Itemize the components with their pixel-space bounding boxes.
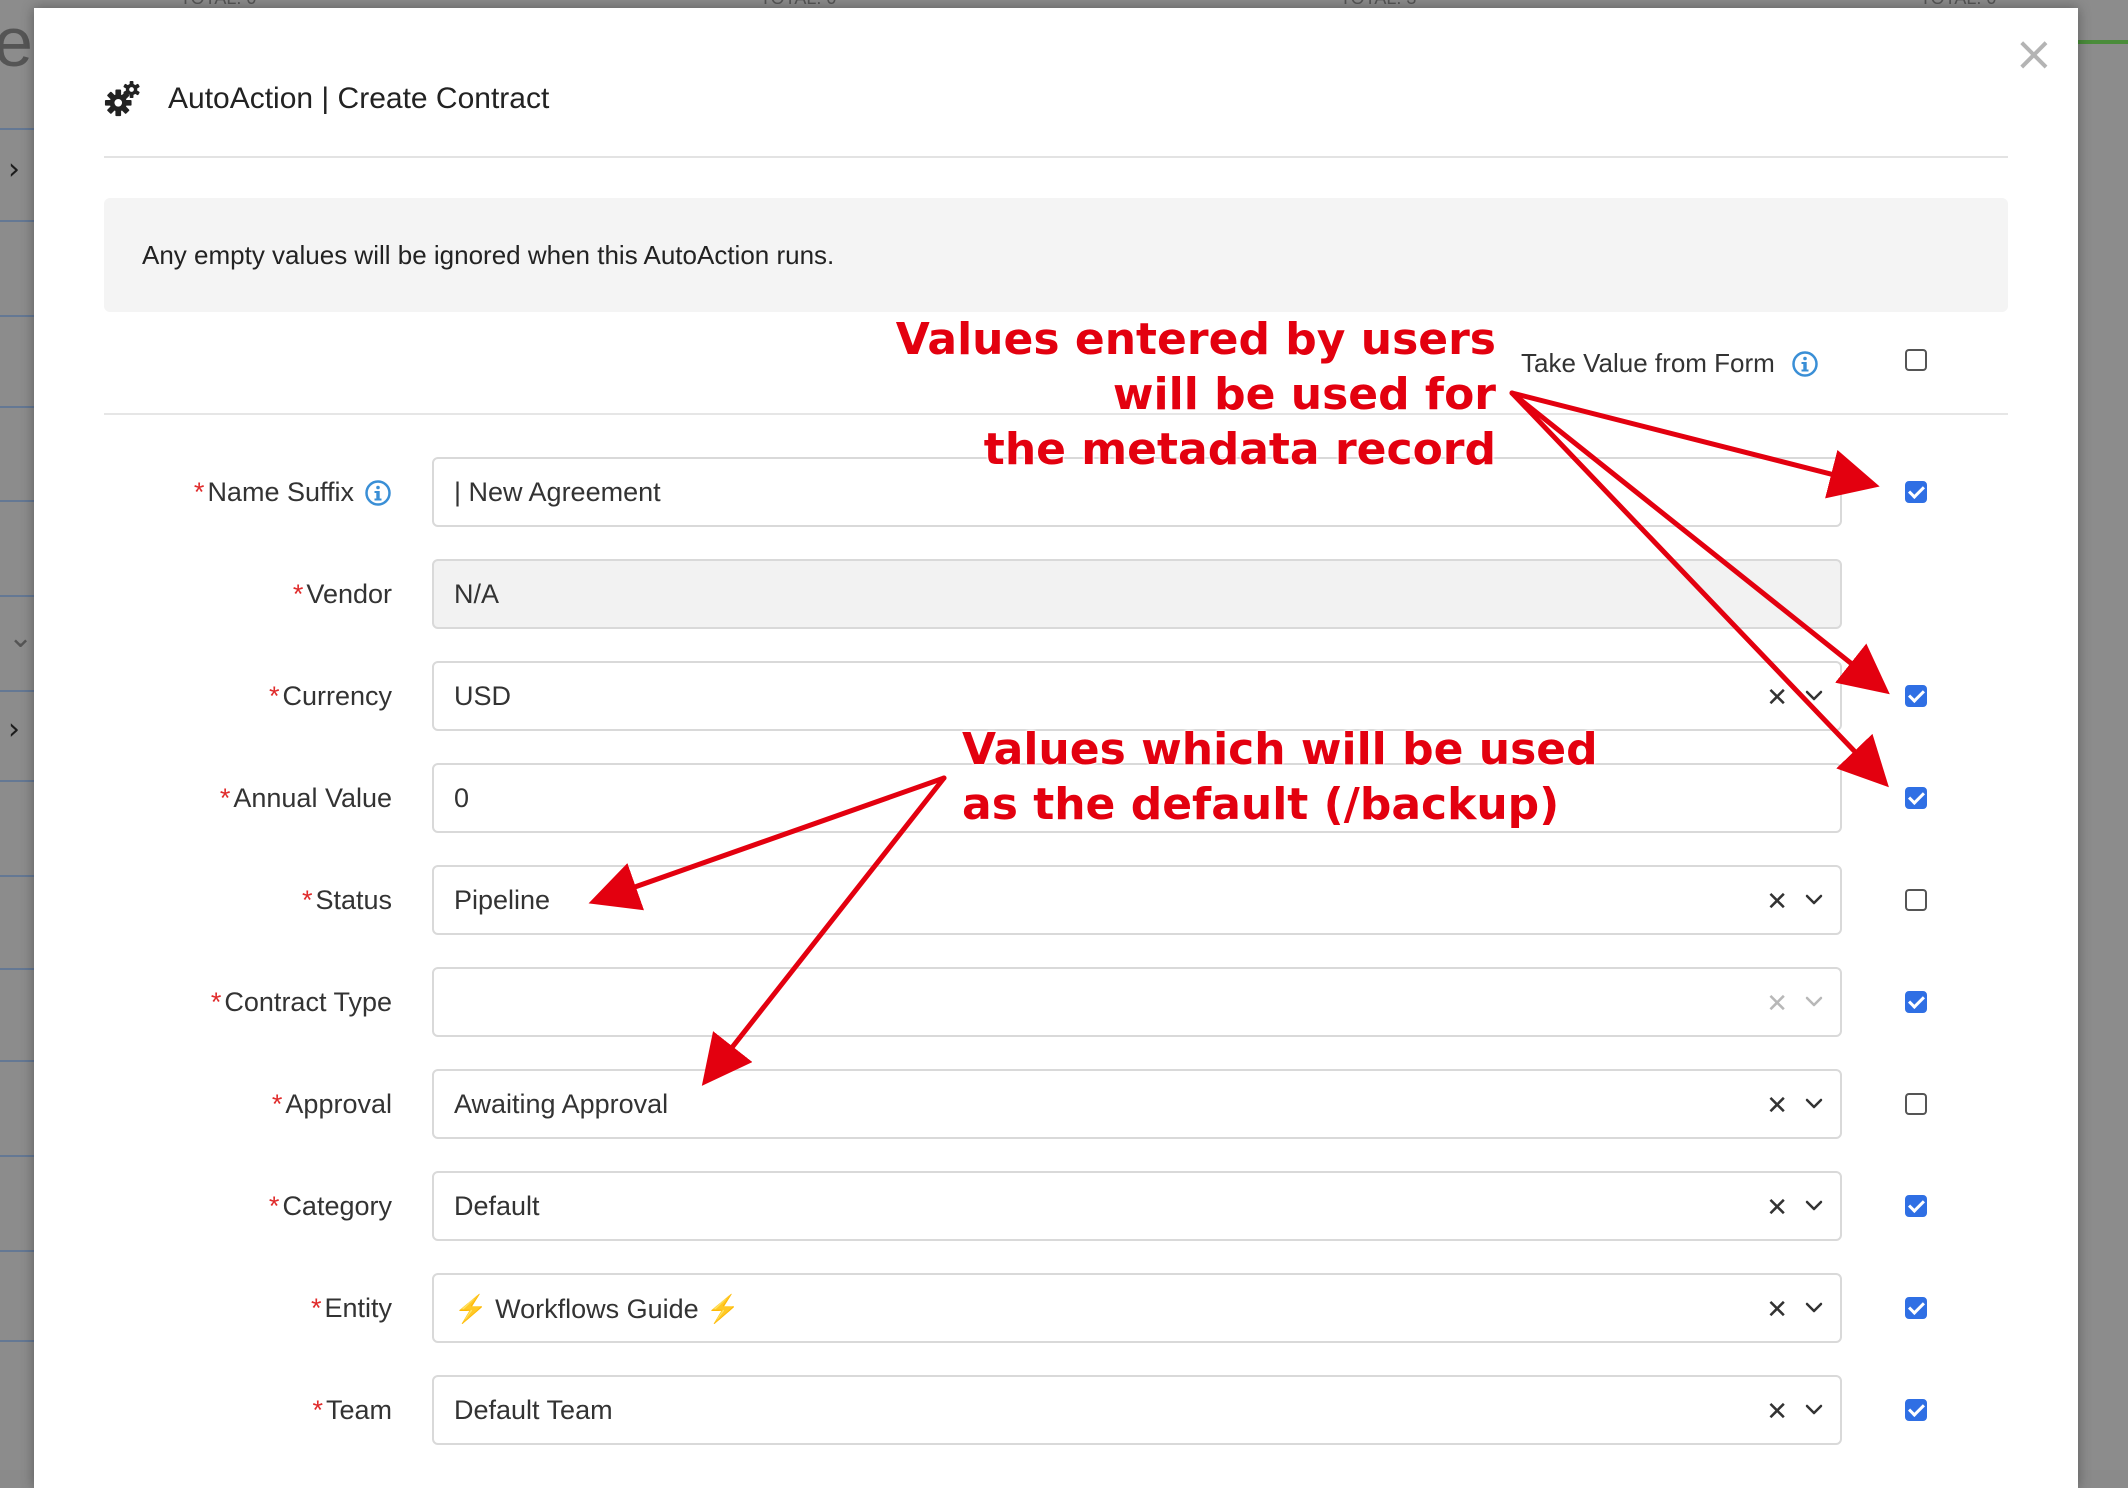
annotation-line: as the default (/backup) xyxy=(962,779,1560,830)
annotation-line: the metadata record xyxy=(983,424,1496,475)
annotation-line: Values which will be used xyxy=(962,724,1598,775)
annotation-line: Values entered by users xyxy=(895,314,1496,365)
annotation-users-note: Values entered by users will be used for… xyxy=(896,312,1496,477)
annotation-line: will be used for xyxy=(1112,369,1496,420)
annotation-default-note: Values which will be used as the default… xyxy=(962,722,1598,832)
